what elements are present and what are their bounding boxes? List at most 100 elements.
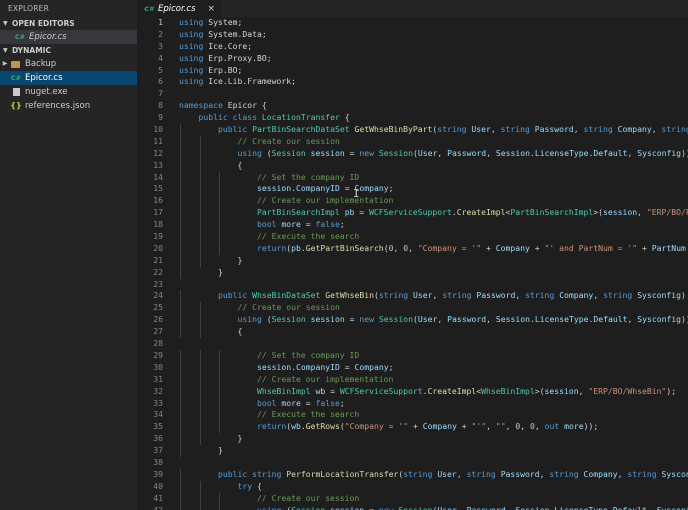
code-text: using Erp.Proxy.BO; (179, 52, 272, 63)
code-line[interactable]: 10 public PartBinSearchDataSet GetWhseBi… (137, 124, 688, 136)
chevron-right-icon: ▶ (2, 60, 8, 67)
line-number: 13 (153, 159, 163, 170)
code-line[interactable]: 6 using Ice.Lib.Framework; (137, 76, 688, 88)
code-line[interactable]: 18 bool more = false; (137, 219, 688, 232)
code-line[interactable]: 36 } (137, 433, 688, 446)
tree-item-epicor-cs[interactable]: C# Epicor.cs (0, 71, 137, 85)
code-text: using Erp.BO; (179, 64, 243, 75)
line-number: 19 (153, 231, 163, 242)
code-line[interactable]: 17 PartBinSearchImpl pb = WCFServiceSupp… (137, 207, 688, 220)
text-cursor-icon: I (353, 187, 360, 200)
code-text: } (179, 445, 223, 456)
code-line[interactable]: 38 (137, 457, 688, 469)
line-number: 5 (158, 64, 163, 75)
editor-area[interactable]: C# Epicor.cs × 1 using System; 2 using Syst… (137, 0, 688, 510)
code-line[interactable]: 29 // Set the company ID (137, 349, 688, 362)
code-line[interactable]: 22 } (137, 266, 688, 279)
code-text: // Execute the search (256, 231, 360, 242)
code-line[interactable]: 27 { (137, 326, 688, 339)
code-text: return(wb.GetRows("Company = '" + Compan… (256, 421, 599, 432)
line-number: 20 (153, 242, 163, 253)
chevron-down-icon: ▼ (3, 47, 8, 54)
code-line[interactable]: 30 session.CompanyID = Company; (137, 361, 688, 374)
code-line[interactable]: 7 (137, 88, 688, 100)
json-file-icon: {} (10, 101, 22, 110)
code-line[interactable]: 1 using System; (137, 17, 688, 29)
line-number: 10 (153, 124, 163, 135)
line-number: 12 (153, 147, 163, 158)
code-line[interactable]: 39 public string PerformLocationTransfer… (137, 468, 688, 481)
close-icon[interactable]: × (208, 4, 216, 14)
code-line[interactable]: 21 } (137, 254, 688, 267)
code-line[interactable]: 3 using Ice.Core; (137, 41, 688, 53)
code-line[interactable]: 16 // Create our implementation (137, 195, 688, 208)
line-number: 28 (153, 338, 163, 349)
code-line[interactable]: 26 using (Session session = new Session(… (137, 314, 688, 327)
code-text: using Ice.Lib.Framework; (179, 76, 296, 87)
code-text: session.CompanyID = Company; (256, 183, 394, 194)
line-number: 34 (153, 409, 163, 420)
line-number: 29 (153, 349, 163, 360)
line-number: 7 (158, 88, 163, 99)
tree-item-label: nuget.exe (25, 87, 68, 97)
code-line[interactable]: 28 (137, 338, 688, 350)
line-number: 23 (153, 278, 163, 289)
tree-item-references-json[interactable]: {} references.json (0, 99, 137, 113)
code-line[interactable]: 19 // Execute the search (137, 231, 688, 243)
explorer-title: EXPLORER (8, 4, 49, 13)
code-line[interactable]: 37 } (137, 445, 688, 457)
code-text: using System.Data; (179, 28, 267, 39)
code-line[interactable]: 2 using System.Data; (137, 29, 688, 41)
code-line[interactable]: 24 public WhseBinDataSet GetWhseBin(stri… (137, 290, 688, 303)
code-line[interactable]: 9 public class LocationTransfer { (137, 112, 688, 124)
code-line[interactable]: 35 return(wb.GetRows("Company = '" + Com… (137, 421, 688, 434)
code-line[interactable]: 40 try { (137, 480, 688, 493)
line-number: 42 (153, 504, 163, 510)
code-line[interactable]: 4 using Erp.Proxy.BO; (137, 53, 688, 65)
folder-label: DYNAMIC (12, 46, 51, 55)
code-line[interactable]: 34 // Execute the search (137, 409, 688, 422)
tab-label: Epicor.cs (158, 3, 196, 14)
line-number: 18 (153, 219, 163, 230)
line-number: 1 (158, 17, 163, 27)
line-number: 38 (153, 456, 163, 467)
code-line[interactable]: 33 bool more = false; (137, 397, 688, 410)
code-text: session.CompanyID = Company; (256, 361, 394, 372)
line-number: 37 (153, 445, 163, 456)
code-line[interactable]: 12 using (Session session = new Session(… (137, 147, 688, 160)
code-line[interactable]: 15 session.CompanyID = Company; (137, 183, 688, 196)
folder-header-dynamic[interactable]: ▼ DYNAMIC (0, 44, 137, 57)
tab-epicor-cs[interactable]: C# Epicor.cs × (137, 0, 222, 17)
code-text: // Create our implementation (256, 195, 394, 206)
code-line[interactable]: 42 using (Session session = new Session(… (137, 504, 688, 510)
code-line[interactable]: 5 using Erp.BO; (137, 65, 688, 77)
code-line[interactable]: 23 (137, 279, 688, 291)
code-text: return(pb.GetPartBinSearch(0, 0, "Compan… (256, 242, 686, 253)
code-text: { (179, 159, 243, 170)
open-editors-header[interactable]: ▼ OPEN EDITORS (0, 17, 137, 30)
code-text: using System; (179, 17, 243, 27)
code-line[interactable]: 14 // Set the company ID (137, 171, 688, 184)
tree-item-nuget-exe[interactable]: nuget.exe (0, 85, 137, 99)
tab-bar: C# Epicor.cs × (137, 0, 688, 17)
code-editor[interactable]: 1 using System; 2 using System.Data; 3 using … (137, 17, 688, 510)
open-editor-item-epicor-cs[interactable]: C# Epicor.cs (0, 30, 137, 44)
csharp-file-icon: C# (10, 74, 22, 82)
line-number: 27 (153, 326, 163, 337)
code-text: using (Session session = new Session(Use… (256, 504, 688, 510)
code-line[interactable]: 25 // Create our session (137, 302, 688, 315)
line-number: 26 (153, 314, 163, 325)
exe-file-icon (13, 88, 20, 96)
code-line[interactable]: 41 // Create our session (137, 492, 688, 505)
line-number: 21 (153, 254, 163, 265)
tree-item-backup[interactable]: ▶ Backup (0, 57, 137, 71)
code-line[interactable]: 20 return(pb.GetPartBinSearch(0, 0, "Com… (137, 242, 688, 255)
line-number: 16 (153, 195, 163, 206)
code-line[interactable]: 11 // Create our session (137, 135, 688, 148)
code-line[interactable]: 13 { (137, 159, 688, 172)
code-line[interactable]: 8 namespace Epicor { (137, 100, 688, 112)
code-text: bool more = false; (256, 397, 345, 408)
code-text: // Execute the search (256, 409, 360, 420)
code-line[interactable]: 32 WhseBinImpl wb = WCFServiceSupport.Cr… (137, 385, 688, 398)
code-line[interactable]: 31 // Create our implementation (137, 373, 688, 386)
